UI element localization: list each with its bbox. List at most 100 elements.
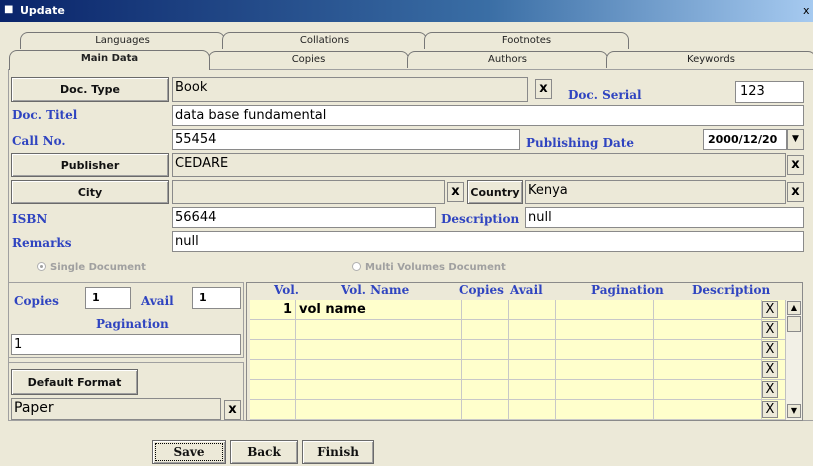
pagination-cell[interactable]: [556, 380, 654, 400]
avail-cell[interactable]: [509, 360, 556, 380]
copies-cell[interactable]: [462, 320, 509, 340]
tab-authors[interactable]: Authors: [407, 51, 608, 68]
doc-serial-field[interactable]: 123: [735, 81, 804, 103]
table-row[interactable]: X: [250, 380, 785, 400]
pagination-cell[interactable]: [556, 320, 654, 340]
back-button[interactable]: Back: [230, 440, 298, 464]
vol-name-cell[interactable]: [296, 360, 462, 380]
tab-footnotes[interactable]: Footnotes: [424, 32, 629, 49]
description-cell[interactable]: [654, 340, 762, 360]
copies-cell[interactable]: [462, 400, 509, 420]
vol-name-cell[interactable]: vol name: [296, 300, 462, 320]
avail-label: Avail: [141, 294, 174, 308]
call-no-field[interactable]: 55454: [172, 129, 520, 150]
vol-cell[interactable]: 1: [250, 300, 296, 320]
delete-row-button[interactable]: X: [762, 301, 778, 318]
avail-field[interactable]: 1: [192, 287, 241, 309]
copies-field[interactable]: 1: [85, 287, 131, 309]
delete-row-button[interactable]: X: [762, 381, 778, 398]
update-window: ■ Update x Languages Collations Footnote…: [0, 0, 813, 466]
copies-cell[interactable]: [462, 360, 509, 380]
country-field[interactable]: Kenya: [525, 180, 786, 204]
format-field[interactable]: Paper: [11, 398, 221, 420]
avail-cell[interactable]: [509, 340, 556, 360]
country-button[interactable]: Country: [467, 180, 523, 204]
description-cell[interactable]: [654, 400, 762, 420]
scroll-down-icon[interactable]: ▼: [787, 404, 801, 418]
city-button[interactable]: City: [11, 180, 169, 204]
publishing-date-label: Publishing Date: [526, 136, 634, 150]
clear-format-button[interactable]: x: [224, 400, 241, 420]
table-row[interactable]: 1 vol name X: [250, 300, 785, 320]
default-format-button[interactable]: Default Format: [11, 369, 138, 395]
chevron-down-icon[interactable]: ▼: [787, 129, 804, 150]
copies-cell[interactable]: [462, 300, 509, 320]
doc-type-button[interactable]: Doc. Type: [11, 77, 169, 102]
pagination-field[interactable]: 1: [11, 334, 241, 355]
description-cell[interactable]: [654, 360, 762, 380]
avail-cell[interactable]: [509, 300, 556, 320]
pagination-cell[interactable]: [556, 360, 654, 380]
grid-scrollbar[interactable]: ▲ ▼: [785, 300, 802, 420]
multi-volumes-radio[interactable]: Multi Volumes Document: [352, 262, 506, 273]
avail-cell[interactable]: [509, 320, 556, 340]
tab-main-data[interactable]: Main Data: [9, 50, 210, 70]
col-header-pagination: Pagination: [591, 283, 664, 297]
vol-name-cell[interactable]: [296, 340, 462, 360]
vol-name-cell[interactable]: [296, 380, 462, 400]
col-header-copies: Copies: [459, 283, 504, 297]
tab-collations[interactable]: Collations: [222, 32, 427, 49]
tab-languages[interactable]: Languages: [20, 32, 225, 49]
clear-country-button[interactable]: x: [787, 182, 804, 202]
description-cell[interactable]: [654, 320, 762, 340]
table-row[interactable]: X: [250, 340, 785, 360]
delete-row-button[interactable]: X: [762, 361, 778, 378]
avail-cell[interactable]: [509, 380, 556, 400]
vol-cell[interactable]: [250, 400, 296, 420]
clear-doc-type-button[interactable]: x: [535, 79, 552, 99]
copies-cell[interactable]: [462, 380, 509, 400]
publisher-field[interactable]: CEDARE: [172, 153, 786, 177]
table-row[interactable]: X: [250, 400, 785, 420]
finish-button[interactable]: Finish: [302, 440, 374, 464]
doc-type-field[interactable]: Book: [172, 77, 528, 102]
delete-row-button[interactable]: X: [762, 341, 778, 358]
vol-cell[interactable]: [250, 320, 296, 340]
doc-title-field[interactable]: data base fundamental: [172, 105, 804, 126]
table-row[interactable]: X: [250, 320, 785, 340]
vol-name-cell[interactable]: [296, 400, 462, 420]
scroll-up-icon[interactable]: ▲: [787, 301, 801, 315]
vol-cell[interactable]: [250, 380, 296, 400]
remarks-field[interactable]: null: [172, 231, 804, 252]
vol-cell[interactable]: [250, 360, 296, 380]
city-field[interactable]: [172, 180, 445, 204]
publisher-button[interactable]: Publisher: [11, 153, 169, 177]
description-field[interactable]: null: [525, 207, 804, 228]
avail-cell[interactable]: [509, 400, 556, 420]
vol-cell[interactable]: [250, 340, 296, 360]
window-title: Update: [20, 4, 65, 17]
copies-cell[interactable]: [462, 340, 509, 360]
copies-label: Copies: [14, 294, 59, 308]
pagination-cell[interactable]: [556, 400, 654, 420]
description-cell[interactable]: [654, 380, 762, 400]
description-cell[interactable]: [654, 300, 762, 320]
radio-unselected-icon: [352, 262, 361, 271]
table-row[interactable]: X: [250, 360, 785, 380]
save-button[interactable]: Save: [152, 440, 226, 464]
tab-copies[interactable]: Copies: [208, 51, 409, 68]
clear-city-button[interactable]: x: [447, 182, 464, 202]
tab-keywords[interactable]: Keywords: [606, 51, 813, 68]
close-icon[interactable]: x: [803, 4, 813, 17]
isbn-field[interactable]: 56644: [172, 207, 436, 228]
single-document-label: Single Document: [50, 262, 146, 273]
delete-row-button[interactable]: X: [762, 401, 778, 418]
publishing-date-field[interactable]: 2000/12/20: [703, 129, 787, 150]
delete-row-button[interactable]: X: [762, 321, 778, 338]
pagination-cell[interactable]: [556, 300, 654, 320]
vol-name-cell[interactable]: [296, 320, 462, 340]
single-document-radio[interactable]: Single Document: [37, 262, 146, 273]
scroll-thumb[interactable]: [787, 316, 801, 332]
clear-publisher-button[interactable]: x: [787, 155, 804, 175]
pagination-cell[interactable]: [556, 340, 654, 360]
